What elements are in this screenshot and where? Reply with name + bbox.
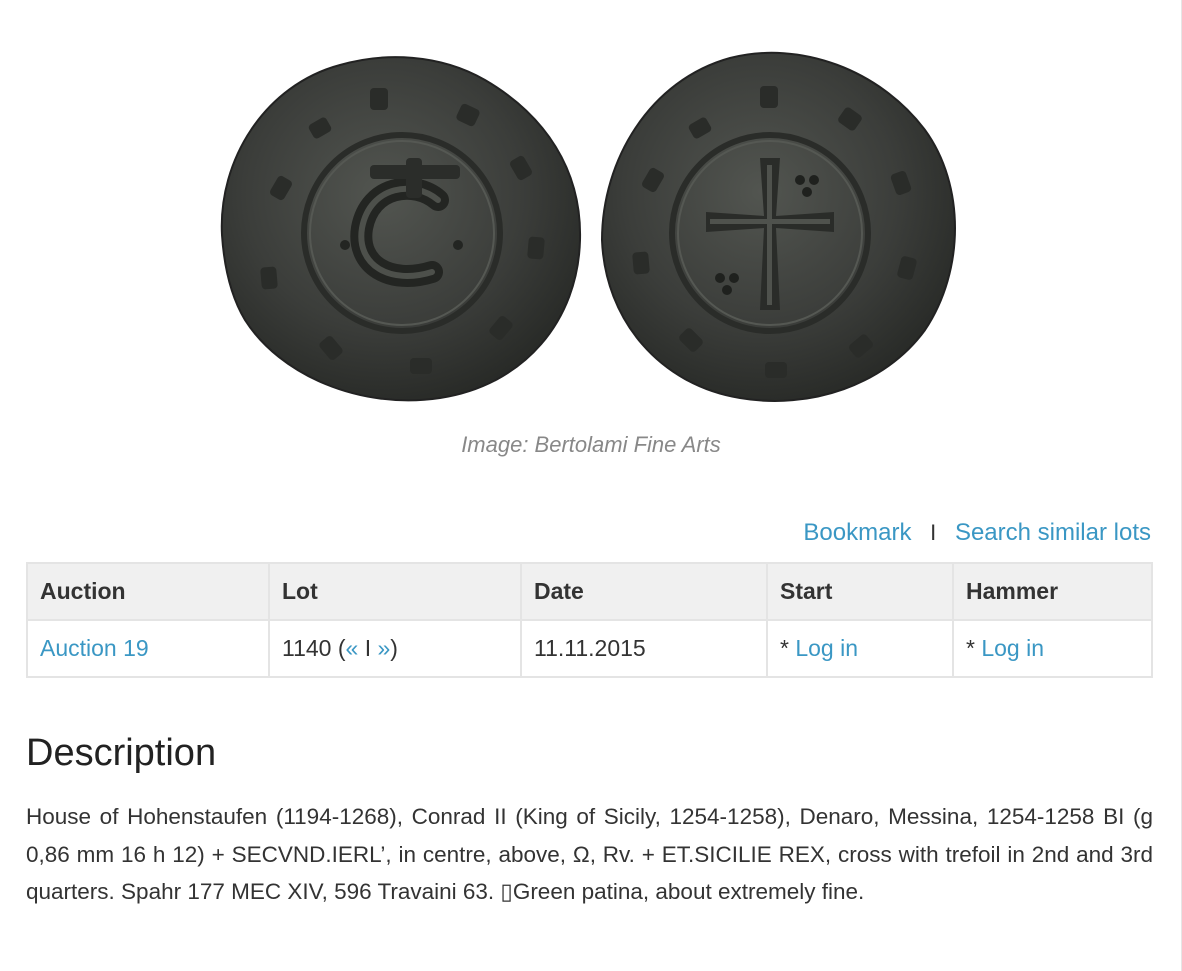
cell-lot: 1140 (« I ») bbox=[268, 619, 522, 678]
header-date: Date bbox=[520, 562, 768, 621]
header-start: Start bbox=[766, 562, 954, 621]
cell-start: * Log in bbox=[766, 619, 954, 678]
description-text: House of Hohenstaufen (1194-1268), Conra… bbox=[26, 804, 1153, 904]
actions-separator: I bbox=[930, 520, 937, 545]
hammer-login-link[interactable]: Log in bbox=[981, 635, 1044, 661]
lot-page: Image: Bertolami Fine Arts Bookmark I Se… bbox=[0, 0, 1182, 971]
lot-nav-separator: I bbox=[358, 635, 378, 661]
lot-actions: Bookmark I Search similar lots bbox=[803, 519, 1151, 547]
previous-lot-link[interactable]: « bbox=[346, 635, 359, 661]
coin-obverse bbox=[220, 56, 582, 402]
image-caption: Image: Bertolami Fine Arts bbox=[461, 432, 721, 457]
lot-nav-close: ) bbox=[390, 635, 398, 661]
cell-date: 11.11.2015 bbox=[520, 619, 768, 678]
hammer-asterisk: * bbox=[966, 635, 982, 661]
description-heading: Description bbox=[26, 732, 217, 774]
search-similar-lots-link[interactable]: Search similar lots bbox=[955, 519, 1151, 546]
next-lot-link[interactable]: » bbox=[378, 635, 391, 661]
table-row: Auction 19 1140 (« I ») 11.11.2015 * Log… bbox=[26, 619, 1153, 678]
header-hammer: Hammer bbox=[952, 562, 1153, 621]
start-asterisk: * bbox=[780, 635, 796, 661]
lot-table: Auction Lot Date Start Hammer Auction 19… bbox=[26, 562, 1153, 678]
start-login-link[interactable]: Log in bbox=[795, 635, 858, 661]
coin-image-svg bbox=[220, 51, 956, 402]
bookmark-link[interactable]: Bookmark bbox=[803, 519, 911, 546]
coin-reverse bbox=[600, 51, 956, 402]
lot-table-header-row: Auction Lot Date Start Hammer bbox=[26, 562, 1153, 621]
cell-hammer: * Log in bbox=[952, 619, 1153, 678]
cell-auction: Auction 19 bbox=[26, 619, 270, 678]
lot-nav-open: ( bbox=[331, 635, 346, 661]
lot-number: 1140 bbox=[282, 635, 332, 661]
auction-link[interactable]: Auction 19 bbox=[40, 635, 149, 661]
header-lot: Lot bbox=[268, 562, 522, 621]
coin-image[interactable] bbox=[210, 40, 970, 410]
header-auction: Auction bbox=[26, 562, 270, 621]
